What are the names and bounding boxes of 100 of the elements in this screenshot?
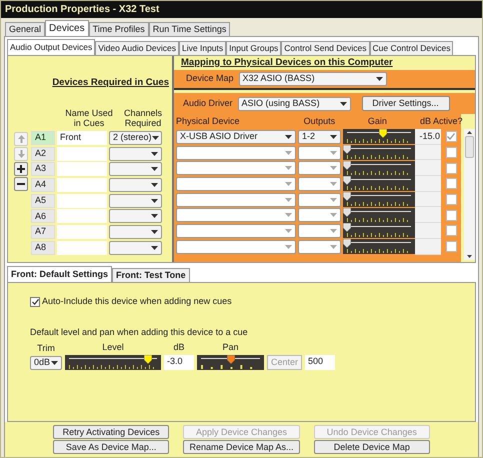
slider-thumb[interactable] [144, 354, 152, 364]
active-checkbox[interactable] [446, 131, 456, 142]
row-label[interactable]: A4 [31, 178, 55, 192]
action-button[interactable]: Save As Device Map... [53, 440, 170, 454]
row-label[interactable]: A2 [31, 146, 55, 161]
gain-slider[interactable] [343, 176, 415, 192]
physical-device-dropdown[interactable] [176, 224, 296, 238]
db-field[interactable] [415, 223, 441, 239]
gain-slider[interactable] [343, 160, 415, 176]
physical-device-dropdown[interactable] [176, 208, 296, 222]
name-field[interactable]: Front [57, 130, 107, 145]
active-checkbox[interactable] [446, 210, 456, 221]
tab[interactable]: Time Profiles [88, 22, 149, 36]
name-field[interactable] [57, 178, 107, 192]
row-label[interactable]: A1 [31, 130, 55, 145]
db-field[interactable] [415, 238, 441, 254]
channels-dropdown[interactable] [109, 178, 162, 192]
slider-thumb[interactable] [343, 145, 351, 154]
scrollbar[interactable] [464, 129, 475, 260]
name-field[interactable] [57, 209, 107, 224]
tab[interactable]: Audio Output Devices [7, 39, 96, 55]
row-label[interactable]: A6 [31, 209, 55, 224]
db-field[interactable] [415, 160, 441, 176]
audio-driver-dropdown[interactable]: ASIO (using BASS) [238, 96, 351, 110]
action-button[interactable]: Rename Device Map As... [183, 440, 300, 454]
tab[interactable]: Control Send Devices [281, 41, 370, 55]
tab[interactable]: Front: Test Tone [112, 268, 190, 282]
row-label[interactable]: A3 [31, 162, 55, 176]
name-field[interactable] [57, 162, 107, 176]
channels-dropdown[interactable] [109, 194, 162, 208]
slider-thumb[interactable] [343, 208, 351, 217]
auto-include-checkbox[interactable]: Auto-Include this device when adding new cues [30, 295, 475, 308]
channels-dropdown[interactable] [109, 240, 162, 255]
remove-button[interactable] [14, 177, 28, 191]
pan-slider[interactable] [197, 354, 264, 370]
channels-dropdown[interactable] [109, 209, 162, 224]
physical-device-dropdown[interactable] [176, 192, 296, 207]
physical-device-dropdown[interactable] [176, 146, 296, 160]
gain-slider[interactable] [343, 145, 415, 160]
slider-thumb[interactable] [343, 176, 351, 186]
name-field[interactable] [57, 240, 107, 255]
pan-value-field[interactable]: 500 [305, 354, 336, 370]
driver-settings-button[interactable]: Driver Settings... [362, 96, 450, 111]
gain-slider[interactable] [343, 129, 415, 144]
db-field[interactable] [415, 192, 441, 208]
db-field[interactable]: -15.0 [415, 129, 441, 145]
gain-slider[interactable] [343, 208, 415, 223]
channels-dropdown[interactable] [109, 162, 162, 176]
physical-device-dropdown[interactable] [176, 161, 296, 176]
row-label[interactable]: A8 [31, 240, 55, 255]
action-button[interactable]: Retry Activating Devices [53, 425, 170, 439]
outputs-dropdown[interactable]: 1-2 [298, 130, 341, 144]
gain-slider[interactable] [343, 192, 415, 208]
tab[interactable]: Devices [45, 20, 89, 36]
row-label[interactable]: A5 [31, 194, 55, 208]
active-checkbox[interactable] [446, 194, 456, 206]
tab[interactable]: Live Inputs [179, 41, 226, 55]
slider-thumb[interactable] [343, 239, 351, 248]
gain-slider[interactable] [343, 223, 415, 238]
tab[interactable]: Input Groups [226, 41, 282, 55]
slider-thumb[interactable] [226, 354, 234, 364]
gain-slider[interactable] [343, 239, 415, 254]
active-checkbox[interactable] [446, 147, 456, 158]
db-field[interactable] [415, 207, 441, 224]
active-checkbox[interactable] [446, 241, 456, 252]
caret-icon [330, 228, 337, 233]
channels-dropdown[interactable] [109, 224, 162, 239]
scroll-down-icon[interactable] [467, 255, 472, 258]
action-button[interactable]: Delete Device Map [314, 440, 430, 454]
db-field[interactable]: -3.0 [164, 354, 194, 370]
physical-device-dropdown[interactable] [176, 240, 296, 254]
active-checkbox[interactable] [446, 162, 456, 174]
channels-dropdown[interactable] [109, 146, 162, 161]
trim-dropdown[interactable]: 0dB [30, 356, 62, 370]
active-checkbox[interactable] [446, 178, 456, 190]
name-field[interactable] [57, 146, 107, 161]
scroll-up-icon[interactable] [467, 131, 472, 134]
add-button[interactable] [14, 162, 28, 176]
name-field[interactable] [57, 194, 107, 208]
slider-thumb[interactable] [379, 129, 388, 138]
tab[interactable]: Video Audio Devices [95, 41, 180, 55]
db-field[interactable] [415, 176, 441, 192]
tab[interactable]: Front: Default Settings [7, 266, 112, 282]
row-label[interactable]: A7 [31, 224, 55, 239]
name-field[interactable] [57, 224, 107, 239]
device-map-dropdown[interactable]: X32 ASIO (BASS) [238, 72, 387, 86]
db-field[interactable] [415, 144, 441, 160]
scrollbar-thumb[interactable] [465, 136, 474, 158]
tab[interactable]: Cue Control Devices [370, 41, 454, 55]
active-checkbox[interactable] [446, 225, 456, 236]
physical-device-dropdown[interactable]: X-USB ASIO Driver [176, 130, 296, 144]
slider-thumb[interactable] [343, 223, 351, 232]
slider-thumb[interactable] [343, 160, 351, 170]
caret-icon [285, 166, 292, 170]
slider-thumb[interactable] [343, 192, 351, 202]
channels-dropdown[interactable]: 2 (stereo) [109, 130, 162, 145]
level-slider[interactable] [65, 354, 161, 370]
physical-device-dropdown[interactable] [176, 176, 296, 191]
tab[interactable]: Run Time Settings [148, 22, 230, 36]
tab[interactable]: General [5, 22, 46, 36]
